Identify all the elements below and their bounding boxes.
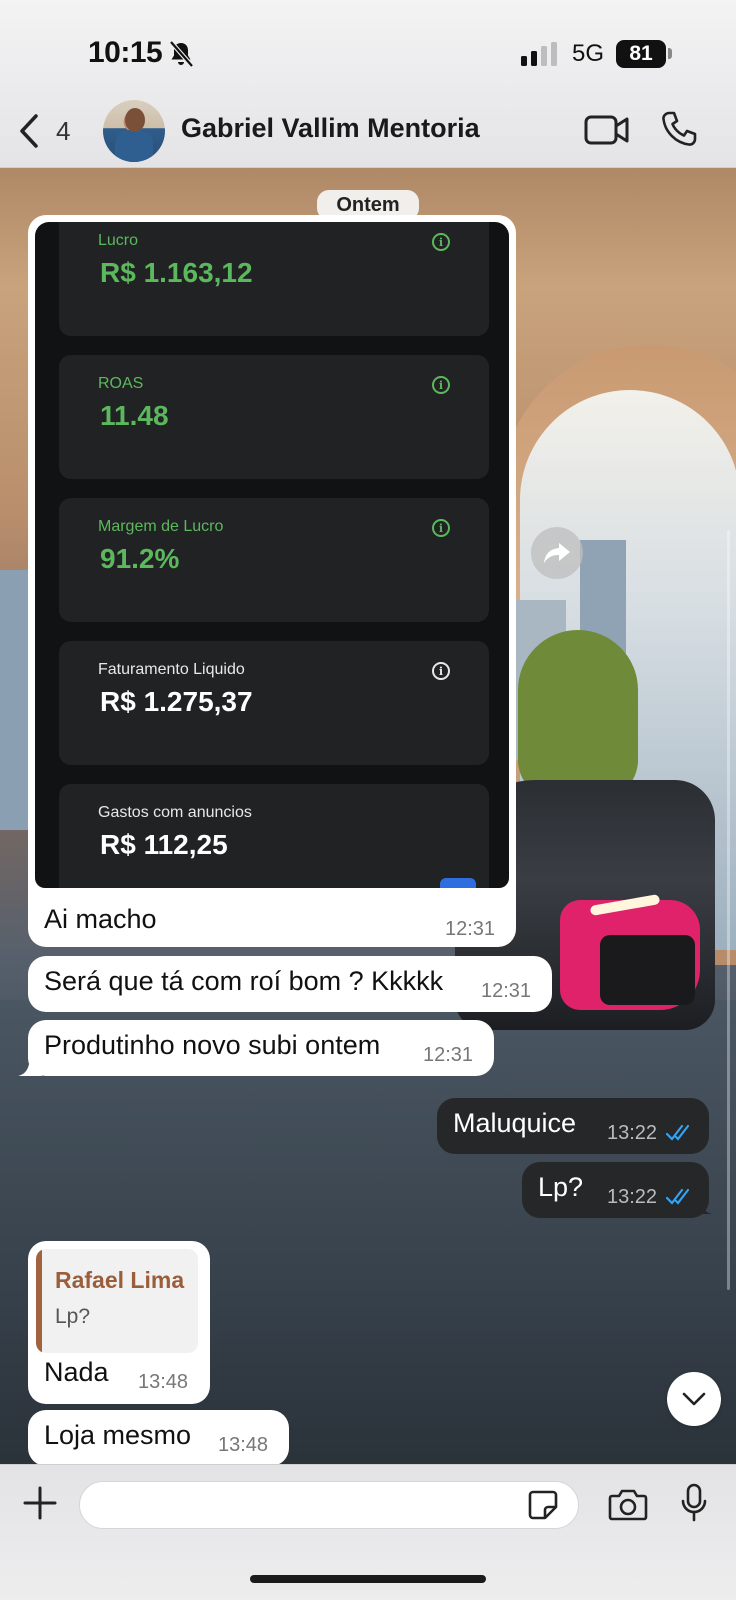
metric-label: ROAS <box>98 375 144 392</box>
message-text: Ai macho <box>44 904 157 934</box>
metric-label: Margem de Lucro <box>98 518 224 535</box>
metric-card-faturamento: Faturamento Liquido i R$ 1.275,37 <box>59 641 489 765</box>
metric-card-gastos: Gastos com anuncios R$ 112,25 <box>59 784 489 888</box>
status-time: 10:15 <box>88 36 163 69</box>
incoming-reply-message[interactable]: Rafael Lima Lp? Nada 13:48 <box>28 1241 210 1404</box>
wallpaper-city <box>0 570 30 830</box>
metric-label: Faturamento Liquido <box>98 661 245 678</box>
incoming-message[interactable]: Será que tá com roí bom ? Kkkkk 12:31 <box>28 956 552 1012</box>
plus-icon[interactable] <box>22 1485 58 1521</box>
avatar-head <box>125 108 145 132</box>
message-time: 13:22 <box>607 1186 658 1208</box>
battery-icon: 81 <box>616 40 666 68</box>
back-button[interactable]: 4 <box>18 110 70 152</box>
message-text: Loja mesmo <box>44 1420 192 1450</box>
message-time: 12:31 <box>481 980 532 1002</box>
video-call-icon[interactable] <box>584 112 630 148</box>
message-time: 13:22 <box>607 1122 658 1144</box>
network-type: 5G <box>572 40 605 67</box>
image-message[interactable]: Lucro i R$ 1.163,12 ROAS i 11.48 Margem … <box>28 215 516 947</box>
outgoing-message[interactable]: Maluquice 13:22 <box>437 1098 709 1154</box>
message-text: Lp? <box>538 1172 584 1202</box>
battery-level: 81 <box>629 42 653 65</box>
metric-value: 91.2% <box>100 543 180 574</box>
camera-icon[interactable] <box>608 1487 648 1521</box>
wallpaper-car-grille <box>600 935 695 1005</box>
bell-muted-icon <box>169 40 194 68</box>
info-icon: i <box>432 233 450 251</box>
message-text: Produtinho novo subi ontem <box>44 1030 381 1060</box>
message-time: 13:48 <box>218 1434 269 1456</box>
avatar-figure <box>115 130 153 162</box>
metric-card-margem: Margem de Lucro i 91.2% <box>59 498 489 622</box>
quote-accent-bar <box>36 1249 42 1353</box>
read-receipt-icon <box>666 1124 690 1141</box>
metric-value: R$ 1.163,12 <box>100 257 253 288</box>
metric-label: Lucro <box>98 232 139 249</box>
message-input[interactable] <box>79 1481 579 1529</box>
chevron-left-icon <box>20 114 38 148</box>
chat-header: 10:15 5G 81 4 Gabriel Vallim Mentoria <box>0 0 736 168</box>
metric-label: Gastos com anuncios <box>98 804 252 821</box>
forward-button[interactable] <box>531 527 583 579</box>
contact-avatar[interactable] <box>103 100 165 162</box>
sticker-icon[interactable] <box>527 1489 559 1521</box>
phone-call-icon[interactable] <box>660 110 698 148</box>
chevron-down-icon <box>682 1392 706 1406</box>
blue-button-edge <box>440 878 476 888</box>
bubble-tail <box>690 1194 712 1214</box>
incoming-message[interactable]: Produtinho novo subi ontem 12:31 <box>28 1020 494 1076</box>
message-time: 12:31 <box>445 918 496 940</box>
message-text: Maluquice <box>453 1108 577 1138</box>
unread-chats-count: 4 <box>56 115 71 146</box>
home-indicator[interactable] <box>250 1575 486 1583</box>
info-icon: i <box>432 376 450 394</box>
wallpaper-tree <box>518 630 638 800</box>
message-composer <box>0 1464 736 1600</box>
incoming-message[interactable]: Loja mesmo 13:48 <box>28 1410 289 1466</box>
outgoing-message[interactable]: Lp? 13:22 <box>522 1162 709 1218</box>
scrollbar[interactable] <box>727 530 730 1290</box>
info-icon: i <box>432 519 450 537</box>
quoted-message[interactable]: Rafael Lima Lp? <box>36 1249 198 1353</box>
microphone-icon[interactable] <box>680 1483 708 1523</box>
message-time: 13:48 <box>138 1371 189 1393</box>
quoted-author: Rafael Lima <box>55 1267 185 1293</box>
signal-icon <box>521 42 557 66</box>
message-text: Nada <box>44 1357 109 1387</box>
metric-value: R$ 1.275,37 <box>100 686 253 717</box>
metric-card-lucro: Lucro i R$ 1.163,12 <box>59 222 489 336</box>
forward-icon <box>544 543 570 563</box>
bubble-tail <box>18 1054 42 1076</box>
scroll-to-bottom-button[interactable] <box>667 1372 721 1426</box>
message-text: Será que tá com roí bom ? Kkkkk <box>44 966 444 996</box>
contact-name[interactable]: Gabriel Vallim Mentoria <box>181 113 480 144</box>
quoted-text: Lp? <box>55 1305 91 1328</box>
info-icon: i <box>432 662 450 680</box>
metric-card-roas: ROAS i 11.48 <box>59 355 489 479</box>
metric-value: 11.48 <box>100 400 169 431</box>
metric-value: R$ 112,25 <box>100 829 228 860</box>
dashboard-screenshot[interactable]: Lucro i R$ 1.163,12 ROAS i 11.48 Margem … <box>35 222 509 888</box>
battery-nub <box>668 48 672 59</box>
message-time: 12:31 <box>423 1044 474 1066</box>
